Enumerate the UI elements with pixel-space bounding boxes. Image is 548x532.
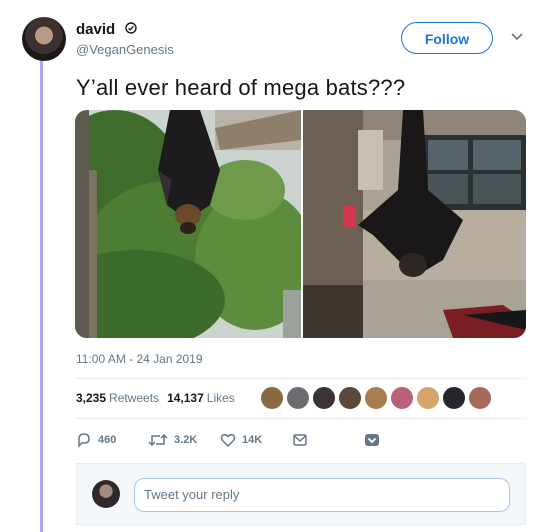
thread-line xyxy=(40,60,43,532)
liker-avatar[interactable] xyxy=(416,386,440,410)
verified-icon xyxy=(125,22,137,34)
tweet-text: Y’all ever heard of mega bats??? xyxy=(76,75,406,100)
liker-avatar[interactable] xyxy=(338,386,362,410)
retweet-icon xyxy=(148,433,168,447)
likes-label[interactable]: Likes xyxy=(207,391,235,405)
liker-avatar[interactable] xyxy=(390,386,414,410)
caret-down-icon[interactable] xyxy=(510,32,524,42)
liker-avatar[interactable] xyxy=(286,386,310,410)
like-count: 14K xyxy=(242,434,263,446)
tweet-stats: 3,235 Retweets 14,137 Likes xyxy=(76,391,235,405)
divider xyxy=(76,378,526,379)
liker-avatar[interactable] xyxy=(442,386,466,410)
message-icon xyxy=(293,434,307,446)
dropdown-icon xyxy=(365,434,379,446)
reply-icon xyxy=(78,433,90,448)
user-name[interactable]: david xyxy=(76,21,115,38)
liker-avatar[interactable] xyxy=(260,386,284,410)
more-options-button[interactable] xyxy=(364,430,380,450)
like-icon xyxy=(220,433,236,448)
retweet-button[interactable]: 3.2K xyxy=(148,430,197,450)
liker-avatar[interactable] xyxy=(468,386,492,410)
tweet-photo-right[interactable] xyxy=(303,110,526,338)
avatar[interactable] xyxy=(22,17,66,61)
reply-avatar xyxy=(92,480,120,508)
retweets-label[interactable]: Retweets xyxy=(109,391,159,405)
tweet-photo-left[interactable] xyxy=(75,110,301,338)
retweets-count[interactable]: 3,235 xyxy=(76,391,106,405)
divider xyxy=(76,418,526,419)
like-button[interactable]: 14K xyxy=(220,430,262,450)
message-button[interactable] xyxy=(292,430,308,450)
follow-button[interactable]: Follow xyxy=(401,22,493,54)
user-handle[interactable]: @VeganGenesis xyxy=(76,42,174,57)
tweet-actions: 460 3.2K 14K xyxy=(76,430,436,450)
reply-button[interactable]: 460 xyxy=(76,430,116,450)
liker-avatar[interactable] xyxy=(364,386,388,410)
tweet-timestamp[interactable]: 11:00 AM - 24 Jan 2019 xyxy=(76,352,203,366)
reply-box: Tweet your reply xyxy=(76,463,526,525)
reply-count: 460 xyxy=(98,434,117,446)
liker-avatar[interactable] xyxy=(312,386,336,410)
likes-count[interactable]: 14,137 xyxy=(167,391,204,405)
retweet-count: 3.2K xyxy=(174,434,198,446)
reply-input[interactable]: Tweet your reply xyxy=(134,478,510,512)
